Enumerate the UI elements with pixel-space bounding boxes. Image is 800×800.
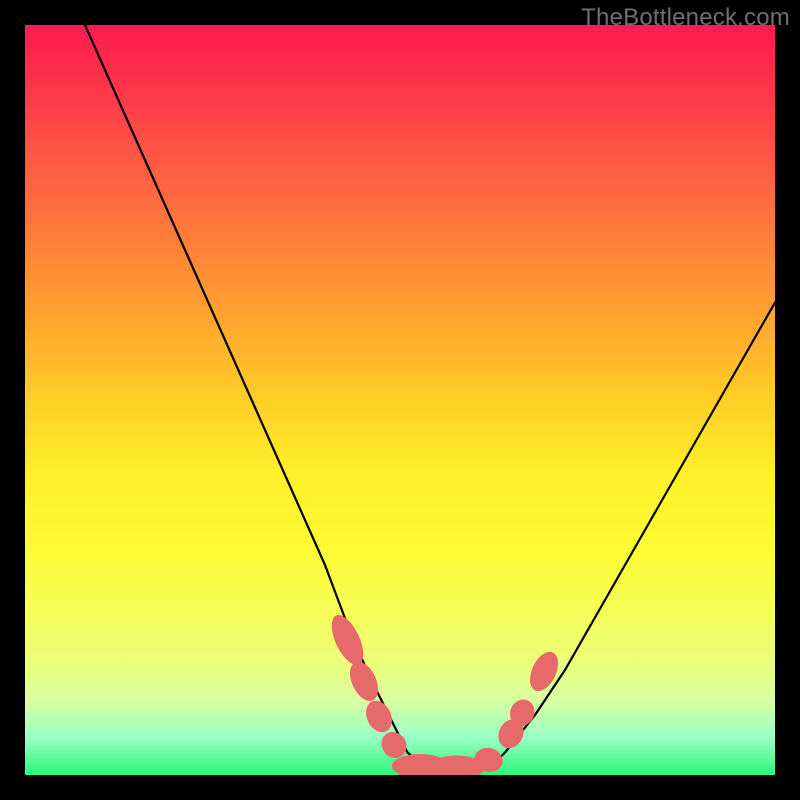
curve-marker — [344, 657, 384, 705]
curve-svg — [25, 25, 775, 775]
curve-marker — [524, 647, 564, 695]
bottleneck-curve — [85, 25, 775, 771]
chart-frame: TheBottleneck.com — [0, 0, 800, 800]
curve-marker — [361, 696, 397, 736]
marker-group — [325, 610, 564, 775]
watermark-text: TheBottleneck.com — [581, 4, 790, 32]
plot-area — [25, 25, 775, 775]
